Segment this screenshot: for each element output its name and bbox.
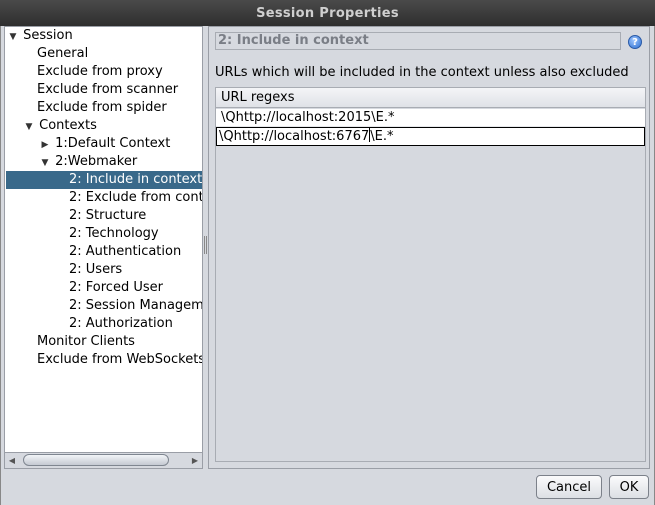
tree-item-include-in-context[interactable]: 2: Include in context [6,171,202,189]
tree-item-users[interactable]: 2: Users [69,261,122,279]
tree-item-label: 1:Default Context [55,136,171,151]
splitter-grip-icon [204,236,207,254]
tree-item-label: 2: Technology [69,226,159,241]
tree-horizontal-scrollbar[interactable]: ◀ ▶ [4,452,203,469]
ok-button[interactable]: OK [609,475,649,499]
scroll-left-icon[interactable]: ◀ [5,453,19,468]
tree-item-forced-user[interactable]: 2: Forced User [69,279,163,297]
column-header-url-regexs[interactable]: URL regexs [216,88,645,108]
tree-item-label: 2: Authorization [69,316,173,331]
tree-item-exclude-scanner[interactable]: Exclude from scanner [37,81,178,99]
tree-item-label: 2: Structure [69,208,147,223]
table-row[interactable]: \Qhttp://localhost:2015\E.* [216,109,645,127]
window-title: Session Properties [256,5,399,21]
panel-title: 2: Include in context [215,32,621,50]
tree-item-label: 2: Session Manageme [69,298,203,313]
properties-panel: 2: Include in context ? URLs which will … [208,26,650,469]
tree-item-webmaker[interactable]: ▼ 2:Webmaker [39,153,138,172]
tree-item-authentication[interactable]: 2: Authentication [69,243,181,261]
tree-item-label: Contexts [39,118,97,133]
tree-item-default-context[interactable]: ▶ 1:Default Context [39,135,171,154]
cell-editor-input[interactable]: \Qhttp://localhost:6767\E.* [219,128,394,144]
url-regex-table[interactable]: URL regexs \Qhttp://localhost:2015\E.* \… [215,87,646,462]
tree-item-monitor-clients[interactable]: Monitor Clients [37,333,135,351]
tree-item-exclude-from-context[interactable]: 2: Exclude from conte [69,189,203,207]
tree-item-authorization[interactable]: 2: Authorization [69,315,173,333]
expand-arrow-icon[interactable]: ▼ [7,28,19,46]
tree-item-label: 2:Webmaker [55,154,138,169]
table-row-editing[interactable]: \Qhttp://localhost:6767\E.* [216,127,645,146]
session-tree[interactable]: ▼ Session General Exclude from proxy Exc… [4,26,203,469]
panel-description: URLs which will be included in the conte… [215,65,629,80]
dialog-body: ▼ Session General Exclude from proxy Exc… [0,26,655,505]
help-icon[interactable]: ? [628,35,642,49]
tree-item-label: Exclude from WebSockets [37,352,203,367]
tree-item-label: 2: Exclude from conte [69,190,203,205]
table-cell: \Qhttp://localhost:2015\E.* [221,110,395,125]
tree-item-label: 2: Include in context [69,172,203,187]
scroll-thumb[interactable] [23,454,169,466]
cell-text-before-caret: \Qhttp://localhost:6767 [219,129,370,144]
tree-item-technology[interactable]: 2: Technology [69,225,159,243]
tree-item-label: 2: Users [69,262,123,277]
tree-item-label: General [37,46,89,61]
tree-item-label: Exclude from spider [37,100,167,115]
expand-arrow-icon[interactable]: ▼ [39,154,51,172]
tree-item-label: Exclude from proxy [37,64,163,79]
tree-item-exclude-websockets[interactable]: Exclude from WebSockets [37,351,203,369]
tree-item-label: Session [23,28,73,43]
tree-item-session[interactable]: ▼ Session [7,27,73,45]
tree-item-contexts[interactable]: ▼ Contexts [23,117,97,135]
tree-item-label: 2: Forced User [69,280,163,295]
tree-item-general[interactable]: General [37,45,88,63]
tree-item-exclude-proxy[interactable]: Exclude from proxy [37,63,163,81]
tree-item-label: 2: Authentication [69,244,182,259]
cell-text-after-caret: \E.* [370,129,394,144]
tree-item-label: Monitor Clients [37,334,135,349]
expand-arrow-icon[interactable]: ▼ [23,118,35,136]
tree-item-label: Exclude from scanner [37,82,179,97]
tree-item-structure[interactable]: 2: Structure [69,207,146,225]
window-titlebar: Session Properties [0,0,655,26]
tree-item-exclude-spider[interactable]: Exclude from spider [37,99,167,117]
cancel-button[interactable]: Cancel [536,475,602,499]
collapse-arrow-icon[interactable]: ▶ [39,136,51,154]
tree-item-session-management[interactable]: 2: Session Manageme [69,297,203,315]
scroll-right-icon[interactable]: ▶ [188,453,202,468]
